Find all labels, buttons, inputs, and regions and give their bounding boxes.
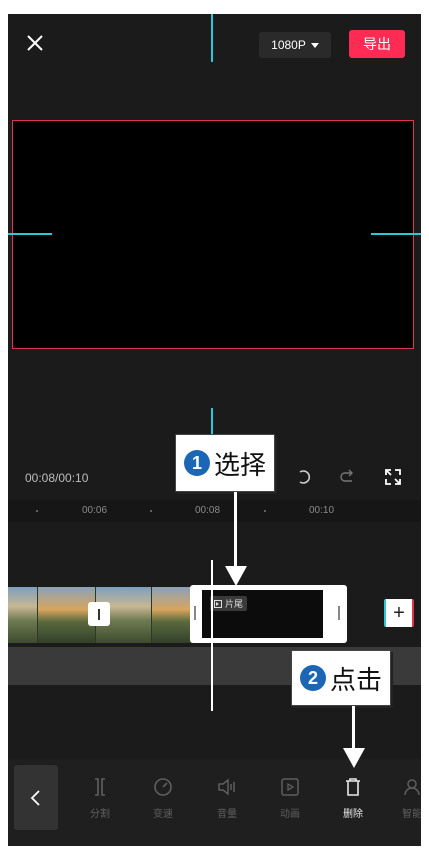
- smart-icon: [390, 773, 421, 801]
- video-preview[interactable]: [12, 120, 414, 349]
- step1-text: 选择: [214, 450, 267, 481]
- resolution-label: 1080P: [271, 38, 306, 52]
- step2-callout: 2 点击: [291, 650, 392, 706]
- fullscreen-icon[interactable]: [384, 468, 402, 486]
- step2-arrow: [352, 706, 355, 750]
- animation-icon: [268, 773, 312, 801]
- speed-button[interactable]: 变速: [141, 773, 185, 820]
- delete-icon: [331, 773, 375, 801]
- tool-label: 音量: [217, 809, 237, 820]
- end-clip-badge: 片尾: [210, 596, 248, 611]
- editor-screen: 1080P 导出 00:08/00:10 00:06 00:08 00:10 片…: [8, 14, 421, 846]
- guide-right: [371, 233, 421, 235]
- volume-icon: [205, 773, 249, 801]
- split-icon: [78, 773, 122, 801]
- add-clip-button[interactable]: +: [384, 599, 414, 627]
- volume-button[interactable]: 音量: [205, 773, 249, 820]
- tool-label: 分割: [90, 809, 110, 820]
- play-icon: [214, 599, 222, 608]
- tool-label: 删除: [343, 809, 363, 820]
- undo-icon[interactable]: [296, 468, 314, 486]
- ruler-dot: [36, 510, 38, 512]
- timecode: 00:08/00:10: [25, 471, 89, 485]
- smart-button[interactable]: 智能: [390, 773, 421, 820]
- trim-handle-left[interactable]: [194, 606, 196, 620]
- guide-top: [211, 14, 213, 62]
- step2-arrow-head: [343, 748, 365, 768]
- end-clip[interactable]: 片尾: [190, 585, 347, 643]
- resolution-dropdown[interactable]: 1080P: [259, 32, 331, 58]
- step2-text: 点击: [330, 665, 383, 696]
- step1-callout: 1 选择: [175, 434, 276, 492]
- back-button[interactable]: [14, 765, 58, 830]
- ruler-dot: [264, 510, 266, 512]
- time-ruler[interactable]: 00:06 00:08 00:10: [8, 500, 421, 522]
- redo-icon[interactable]: [338, 468, 356, 486]
- step1-arrow: [234, 492, 237, 568]
- bottom-toolbar: 分割 变速 音量 动画 删除 智能: [8, 759, 421, 846]
- guide-bottom: [211, 408, 213, 434]
- speed-icon: [141, 773, 185, 801]
- ruler-label: 00:06: [82, 505, 108, 516]
- step1-arrow-head: [225, 566, 247, 586]
- chevron-left-icon: [30, 789, 40, 806]
- tool-label: 变速: [153, 809, 173, 820]
- split-button[interactable]: 分割: [78, 773, 122, 820]
- transition-handle[interactable]: [88, 602, 110, 626]
- delete-button[interactable]: 删除: [331, 773, 375, 820]
- step1-badge: 1: [184, 450, 210, 476]
- ruler-label: 00:10: [309, 505, 335, 516]
- animation-button[interactable]: 动画: [268, 773, 312, 820]
- ruler-label: 00:08: [195, 505, 221, 516]
- ruler-dot: [150, 510, 152, 512]
- trim-handle-right[interactable]: [338, 606, 340, 620]
- playhead[interactable]: [211, 560, 213, 711]
- tool-label: 动画: [280, 809, 300, 820]
- end-clip-label: 片尾: [225, 599, 244, 609]
- step2-badge: 2: [300, 665, 326, 691]
- guide-left: [8, 233, 52, 235]
- close-icon[interactable]: [24, 32, 46, 54]
- clip-frame: [8, 587, 38, 643]
- export-button[interactable]: 导出: [349, 30, 405, 58]
- chevron-down-icon: [310, 42, 319, 48]
- tool-label: 智能: [402, 809, 421, 820]
